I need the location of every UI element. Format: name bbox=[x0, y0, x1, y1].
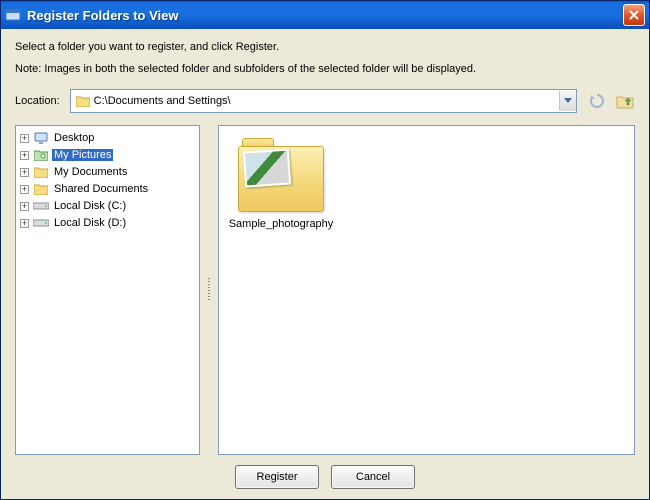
instruction-text: Select a folder you want to register, an… bbox=[15, 41, 635, 53]
app-icon bbox=[5, 7, 21, 23]
expander-icon[interactable]: + bbox=[20, 219, 29, 228]
drive-icon bbox=[33, 201, 49, 211]
location-dropdown[interactable]: C:\Documents and Settings\ bbox=[70, 89, 577, 113]
chevron-down-icon[interactable] bbox=[559, 91, 576, 111]
folder-icon bbox=[33, 183, 49, 195]
folder-contents[interactable]: Sample_photography bbox=[218, 125, 635, 455]
cancel-button[interactable]: Cancel bbox=[331, 465, 415, 489]
note-text: Note: Images in both the selected folder… bbox=[15, 63, 635, 75]
refresh-icon[interactable] bbox=[587, 91, 607, 111]
folder-item-label: Sample_photography bbox=[229, 218, 334, 230]
tree-item-label: Shared Documents bbox=[52, 183, 150, 195]
expander-icon[interactable]: + bbox=[20, 151, 29, 160]
folder-icon bbox=[236, 138, 326, 214]
tree-item[interactable]: + Local Disk (C:) bbox=[20, 198, 195, 214]
folder-icon bbox=[75, 95, 91, 107]
folder-item[interactable]: Sample_photography bbox=[231, 138, 331, 230]
cancel-button-label: Cancel bbox=[356, 471, 390, 483]
drive-icon bbox=[33, 218, 49, 228]
folder-tree[interactable]: + Desktop + My Pictures + My Documents + Shared… bbox=[15, 125, 200, 455]
tree-item[interactable]: + Shared Documents bbox=[20, 181, 195, 197]
tree-item[interactable]: + My Pictures bbox=[20, 147, 195, 163]
tree-item[interactable]: + Desktop bbox=[20, 130, 195, 146]
tree-item-label: Desktop bbox=[52, 132, 96, 144]
expander-icon[interactable]: + bbox=[20, 168, 29, 177]
location-value: C:\Documents and Settings\ bbox=[94, 95, 231, 107]
tree-item[interactable]: + My Documents bbox=[20, 164, 195, 180]
tree-item-label: My Pictures bbox=[52, 149, 113, 161]
up-folder-icon[interactable] bbox=[615, 91, 635, 111]
close-button[interactable] bbox=[623, 4, 645, 26]
dialog-title: Register Folders to View bbox=[27, 8, 623, 23]
folder-icon bbox=[33, 166, 49, 178]
tree-item[interactable]: + Local Disk (D:) bbox=[20, 215, 195, 231]
expander-icon[interactable]: + bbox=[20, 202, 29, 211]
register-button[interactable]: Register bbox=[235, 465, 319, 489]
tree-item-label: Local Disk (D:) bbox=[52, 217, 128, 229]
tree-item-label: Local Disk (C:) bbox=[52, 200, 128, 212]
pictures-icon bbox=[33, 149, 49, 161]
expander-icon[interactable]: + bbox=[20, 134, 29, 143]
location-label: Location: bbox=[15, 95, 60, 107]
register-button-label: Register bbox=[257, 471, 298, 483]
desktop-icon bbox=[33, 132, 49, 144]
titlebar: Register Folders to View bbox=[1, 1, 649, 29]
tree-item-label: My Documents bbox=[52, 166, 129, 178]
splitter-handle[interactable] bbox=[206, 125, 212, 455]
expander-icon[interactable]: + bbox=[20, 185, 29, 194]
